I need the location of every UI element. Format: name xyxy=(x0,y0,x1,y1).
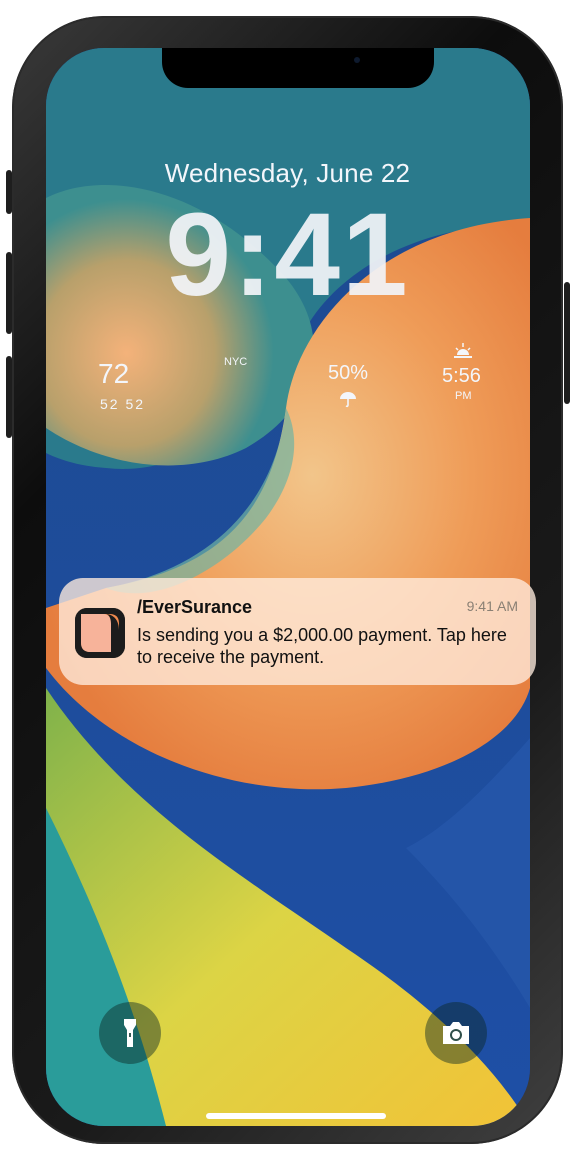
temperature-widget[interactable]: 72 xyxy=(98,358,129,390)
camera-icon xyxy=(443,1022,469,1044)
high-low-temps: 52 52 xyxy=(100,396,146,412)
front-camera xyxy=(354,57,360,63)
sunset-period: PM xyxy=(455,390,472,402)
home-indicator[interactable] xyxy=(206,1113,386,1119)
notification-card[interactable]: /EverSurance 9:41 AM Is sending you a $2… xyxy=(59,578,536,685)
notification-body: Is sending you a $2,000.00 payment. Tap … xyxy=(137,625,507,667)
city-label: NYC xyxy=(224,356,248,368)
notification-title: /EverSurance xyxy=(137,597,253,617)
umbrella-icon xyxy=(339,390,357,413)
lock-time: 9:41 xyxy=(165,189,410,321)
eversurance-app-icon xyxy=(75,608,125,658)
camera-button[interactable] xyxy=(425,1002,487,1064)
notch xyxy=(162,48,434,88)
sunset-widget[interactable]: 5:56 xyxy=(442,365,481,388)
flashlight-icon xyxy=(124,1019,136,1047)
volume-down-button xyxy=(6,356,12,438)
sunset-icon xyxy=(453,343,473,364)
notification-time: 9:41 AM xyxy=(466,598,518,614)
flashlight-button[interactable] xyxy=(99,1002,161,1064)
lock-date: Wednesday, June 22 xyxy=(164,158,411,188)
rain-chance-widget[interactable]: 50% xyxy=(328,362,368,385)
